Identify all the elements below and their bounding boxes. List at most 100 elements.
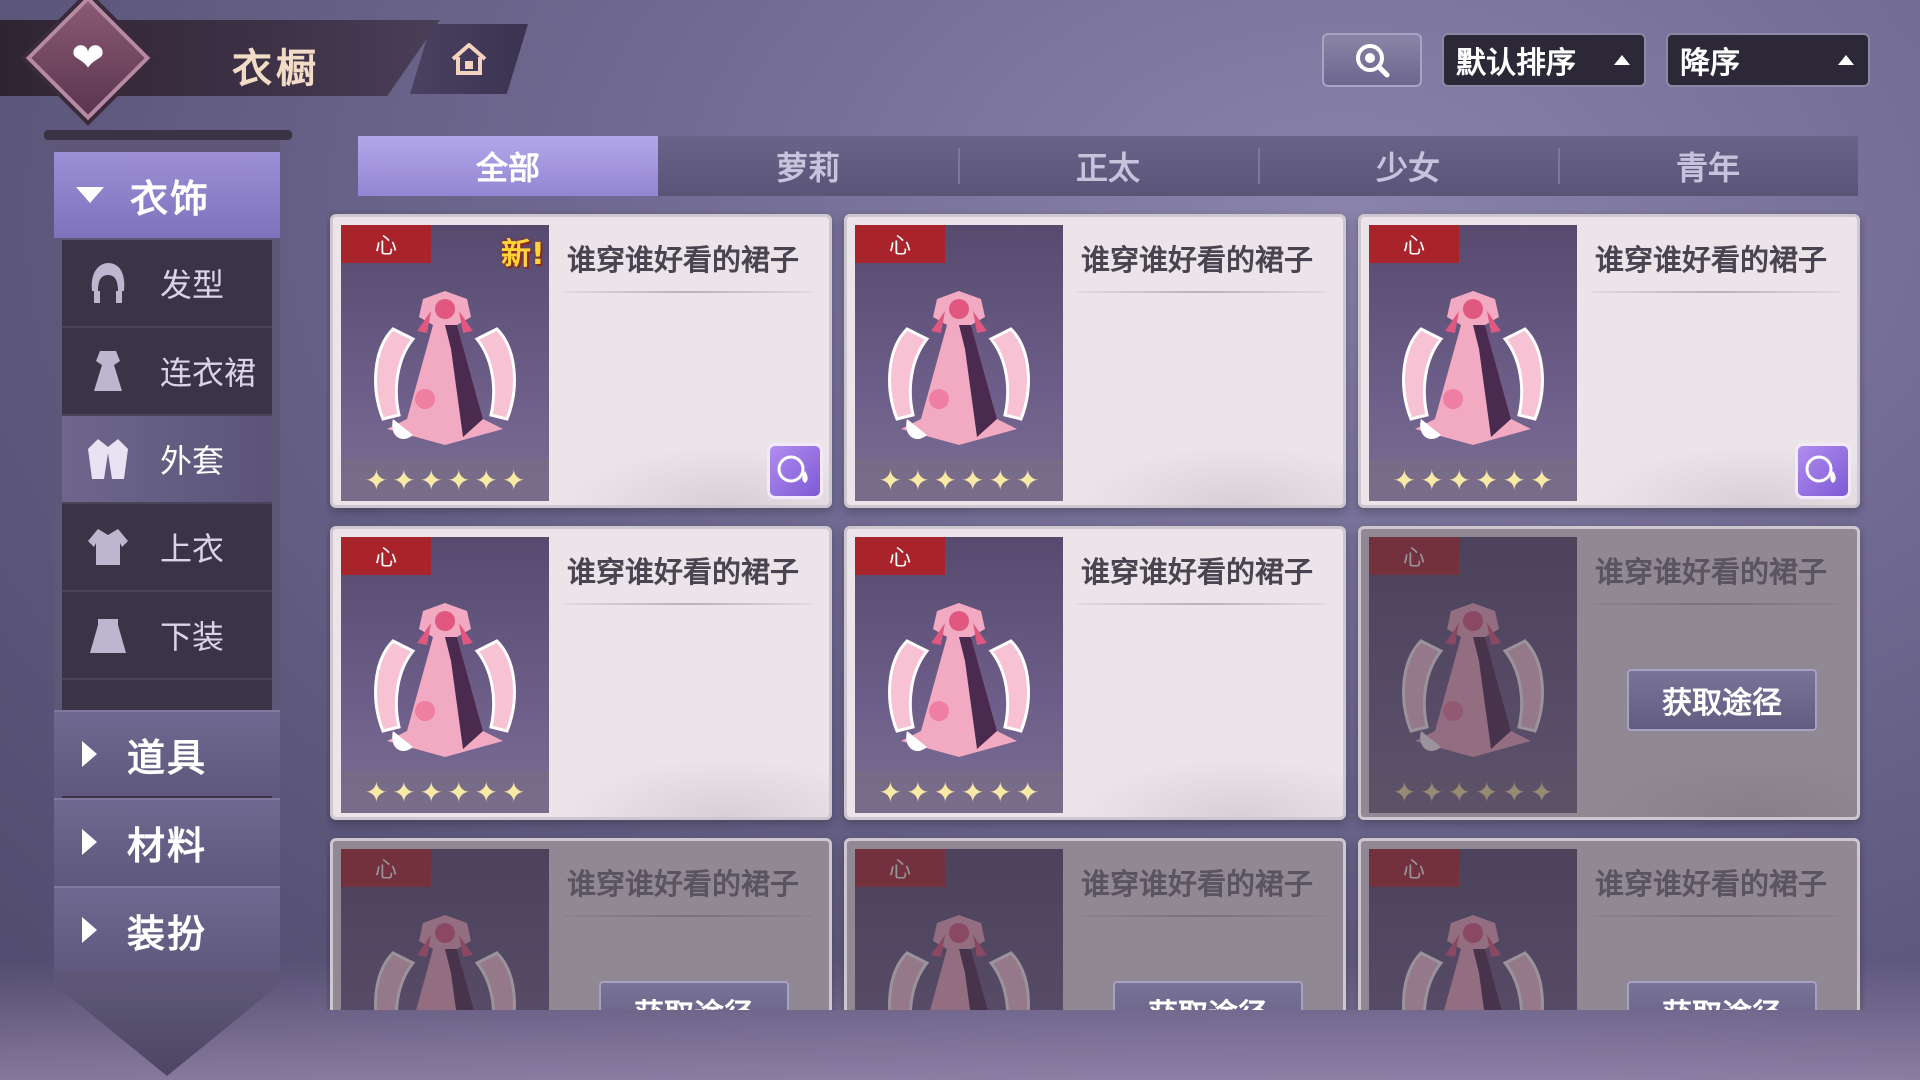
order-dropdown-value: 降序	[1680, 46, 1740, 81]
star-icon: ✦	[474, 463, 498, 497]
dress-thumbnail-icon	[888, 291, 1030, 445]
dye-button[interactable]	[1795, 443, 1851, 499]
sort-dropdown[interactable]: 默认排序	[1442, 33, 1646, 87]
item-card[interactable]: 心 ✦✦✦✦✦✦ 谁穿谁好看的裙子 获取途径	[330, 838, 832, 1010]
tab-all[interactable]: 全部	[358, 136, 658, 196]
star-icon: ✦	[961, 463, 985, 497]
star-icon: ✦	[1502, 463, 1526, 497]
star-icon: ✦	[392, 463, 416, 497]
star-icon: ✦	[364, 775, 389, 809]
search-icon	[1356, 44, 1390, 78]
star-icon: ✦	[988, 775, 1012, 809]
get-method-button[interactable]: 获取途径	[1627, 981, 1817, 1010]
order-dropdown[interactable]: 降序	[1666, 33, 1870, 87]
item-grid[interactable]: 心 新! ✦ ✦ ✦ ✦ ✦ ✦ 谁穿谁好看的裙子 心 ✦ ✦ ✦ ✦ ✦ ✦ …	[326, 210, 1866, 1010]
caret-up-icon	[1614, 55, 1630, 65]
star-icon: ✦	[988, 463, 1012, 497]
get-method-button[interactable]: 获取途径	[1113, 981, 1303, 1010]
tab-loli[interactable]: 萝莉	[658, 136, 958, 196]
item-card[interactable]: 心 ✦✦✦✦✦✦ 谁穿谁好看的裙子 获取途径	[1358, 526, 1860, 820]
item-name: 谁穿谁好看的裙子	[1081, 555, 1314, 589]
star-icon: ✦	[474, 775, 498, 809]
category-dressup[interactable]: 装扮	[54, 886, 280, 972]
star-rating: ✦✦✦✦✦✦	[341, 459, 549, 501]
triangle-right-icon	[82, 829, 97, 855]
category-label: 材料	[127, 823, 208, 868]
item-card[interactable]: 心 新! ✦ ✦ ✦ ✦ ✦ ✦ 谁穿谁好看的裙子	[330, 214, 832, 508]
tab-shota[interactable]: 正太	[958, 136, 1258, 196]
divider	[1077, 603, 1327, 605]
dye-icon	[775, 449, 815, 493]
triangle-down-icon	[76, 187, 104, 203]
star-icon: ✦	[878, 463, 903, 497]
star-icon: ✦	[447, 775, 471, 809]
item-card[interactable]: 心 ✦ ✦ ✦ ✦ ✦ ✦ 谁穿谁好看的裙子	[1358, 214, 1860, 508]
item-card[interactable]: 心 ✦ ✦ ✦ ✦ ✦ ✦ 谁穿谁好看的裙子	[844, 214, 1346, 508]
star-icon: ✦	[419, 775, 443, 809]
category-props[interactable]: 道具	[54, 710, 280, 796]
dye-icon	[1803, 449, 1843, 493]
item-thumbnail: 心 ✦✦✦✦✦✦	[855, 537, 1063, 813]
category-label: 装扮	[127, 911, 208, 956]
item-name: 谁穿谁好看的裙子	[1081, 243, 1314, 277]
page-title: 衣橱	[232, 46, 320, 92]
star-icon: ✦	[1447, 463, 1471, 497]
category-materials[interactable]: 材料	[54, 798, 280, 884]
dye-button[interactable]	[767, 443, 823, 499]
triangle-right-icon	[82, 741, 97, 767]
heart-tag: 心	[341, 537, 431, 575]
star-icon: ✦	[501, 775, 526, 809]
sidebar-item-coat[interactable]: 外套	[62, 416, 272, 504]
sidebar-item-dress[interactable]: 连衣裙	[62, 328, 272, 416]
item-card[interactable]: 心 ✦ ✦ ✦ ✦ ✦ ✦ 谁穿谁好看的裙子	[330, 526, 832, 820]
item-thumbnail: 心 ✦✦✦✦✦✦	[341, 537, 549, 813]
item-thumbnail: 心 ✦✦✦✦✦✦	[1369, 225, 1577, 501]
star-rating: ✦✦✦✦✦✦	[855, 771, 1063, 813]
tab-youth[interactable]: 青年	[1558, 136, 1858, 196]
dress-icon	[82, 345, 134, 397]
search-button[interactable]	[1322, 33, 1422, 87]
item-card[interactable]: 心 ✦ ✦ ✦ ✦ ✦ ✦ 谁穿谁好看的裙子	[844, 526, 1346, 820]
triangle-right-icon	[82, 917, 97, 943]
sidebar-item-label: 连衣裙	[160, 354, 257, 392]
sidebar-item-label: 上衣	[160, 530, 225, 568]
star-icon: ✦	[906, 463, 930, 497]
new-badge: 新!	[501, 237, 545, 272]
divider	[1077, 291, 1327, 293]
item-name: 谁穿谁好看的裙子	[567, 243, 800, 277]
item-name: 谁穿谁好看的裙子	[567, 555, 800, 589]
divider	[563, 291, 813, 293]
star-icon: ✦	[1475, 463, 1499, 497]
item-card[interactable]: 心 ✦✦✦✦✦✦ 谁穿谁好看的裙子 获取途径	[844, 838, 1346, 1010]
coat-icon	[82, 433, 134, 485]
sidebar-item-hair[interactable]: 发型	[62, 240, 272, 328]
header: ❤ 衣橱	[0, 0, 530, 121]
category-clothing[interactable]: 衣饰	[54, 152, 280, 238]
star-icon: ✦	[1529, 463, 1554, 497]
heart-tag: 心	[855, 537, 945, 575]
hair-icon	[82, 257, 134, 309]
decorative-swirl	[1077, 445, 1343, 505]
star-icon: ✦	[933, 463, 957, 497]
tab-girl[interactable]: 少女	[1258, 136, 1558, 196]
get-method-button[interactable]: 获取途径	[599, 981, 789, 1010]
top-icon	[82, 521, 134, 573]
skirt-icon	[82, 609, 134, 661]
heart-tag: 心	[855, 225, 945, 263]
star-rating: ✦✦✦✦✦✦	[1369, 459, 1577, 501]
item-card[interactable]: 心 ✦✦✦✦✦✦ 谁穿谁好看的裙子 获取途径	[1358, 838, 1860, 1010]
star-icon: ✦	[447, 463, 471, 497]
divider	[563, 603, 813, 605]
sort-dropdown-value: 默认排序	[1456, 46, 1576, 81]
sidebar-item-label: 下装	[160, 618, 225, 656]
sidebar-item-label: 发型	[160, 266, 225, 304]
star-icon: ✦	[1420, 463, 1444, 497]
item-name: 谁穿谁好看的裙子	[1081, 867, 1314, 901]
star-rating: ✦✦✦✦✦✦	[341, 771, 549, 813]
sidebar-item-top[interactable]: 上衣	[62, 504, 272, 592]
get-method-button[interactable]: 获取途径	[1627, 669, 1817, 731]
sidebar-item-skirt[interactable]: 下装	[62, 592, 272, 680]
star-rating: ✦✦✦✦✦✦	[855, 459, 1063, 501]
star-icon: ✦	[1015, 463, 1040, 497]
star-icon: ✦	[1392, 463, 1417, 497]
